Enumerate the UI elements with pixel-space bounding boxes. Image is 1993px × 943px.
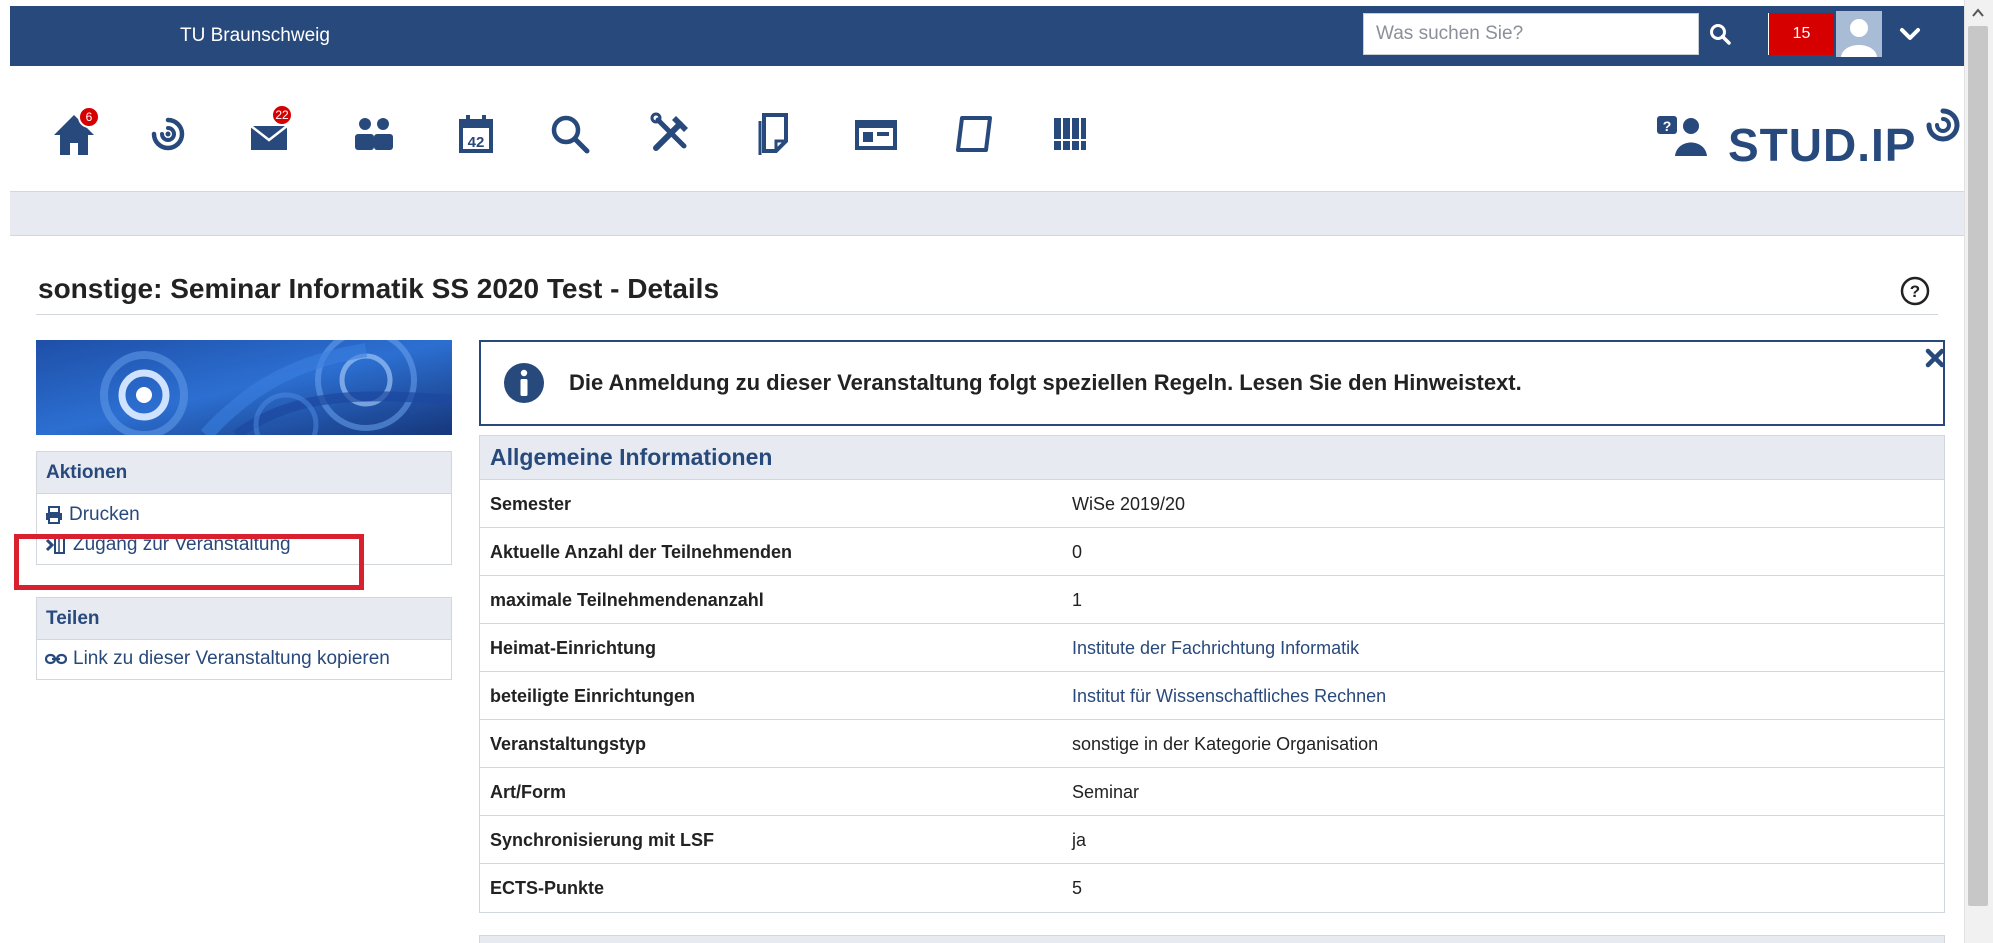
info-icon <box>504 363 544 403</box>
share-widget-title: Teilen <box>37 598 451 640</box>
table-row: ECTS-Punkte 5 <box>480 864 1944 912</box>
scroll-up-arrow[interactable] <box>1970 6 1986 20</box>
home-institute-link[interactable]: Institute der Fachrichtung Informatik <box>1072 638 1359 659</box>
main-icon-navigation: 6 22 42 ? STUD.IP <box>10 66 1964 192</box>
link-icon <box>45 653 67 665</box>
next-section-header <box>479 935 1945 943</box>
row-value: 0 <box>1072 542 1083 562</box>
search-icon <box>551 115 590 154</box>
nav-home[interactable]: 6 <box>48 106 100 160</box>
nav-community[interactable] <box>348 108 400 160</box>
help-people-icon[interactable]: ? <box>1655 112 1709 160</box>
nav-search[interactable] <box>544 108 596 160</box>
logo-text-stud: STUD. <box>1728 119 1871 171</box>
logo-text-ip: IP <box>1871 119 1917 171</box>
table-row: Art/Form Seminar <box>480 768 1944 816</box>
general-info-title: Allgemeine Informationen <box>480 436 1944 480</box>
row-value: 5 <box>1072 878 1083 898</box>
user-avatar[interactable] <box>1836 11 1882 57</box>
row-label: Veranstaltungstyp <box>490 734 647 754</box>
nav-admin[interactable] <box>948 108 1000 160</box>
row-label: ECTS-Punkte <box>490 878 605 898</box>
title-divider <box>36 314 1938 315</box>
info-message-text: Die Anmeldung zu dieser Veranstaltung fo… <box>569 370 1522 395</box>
row-label: beteiligte Einrichtungen <box>490 686 696 706</box>
row-label: maximale Teilnehmendenanzahl <box>490 590 764 610</box>
home-badge: 6 <box>78 106 100 128</box>
row-value: ja <box>1072 830 1087 850</box>
user-avatar-icon <box>1841 19 1877 57</box>
chevron-down-icon[interactable] <box>1898 24 1922 46</box>
course-banner-graphic <box>36 340 452 435</box>
admin-icon <box>956 116 992 152</box>
nav-files[interactable] <box>748 108 800 160</box>
logo-swirl-icon <box>1926 108 1960 142</box>
highlight-annotation <box>14 534 364 590</box>
library-icon <box>1052 118 1088 150</box>
table-row: beteiligte Einrichtungen Institut für Wi… <box>480 672 1944 720</box>
nav-library[interactable] <box>1044 108 1096 160</box>
table-row: Heimat-Einrichtung Institute der Fachric… <box>480 624 1944 672</box>
page-title: sonstige: Seminar Informatik SS 2020 Tes… <box>38 273 720 304</box>
table-row: Synchronisierung mit LSF ja <box>480 816 1944 864</box>
stud-ip-logo[interactable]: STUD.IP <box>1728 106 1962 172</box>
table-row: Semester WiSe 2019/20 <box>480 480 1944 528</box>
nav-tools[interactable] <box>644 108 696 160</box>
share-widget: Teilen Link zu dieser Veranstaltung kopi… <box>36 597 452 680</box>
activity-icon <box>151 117 185 151</box>
help-circle-icon[interactable]: ? <box>1899 275 1931 307</box>
stud-ip-page: TU Braunschweig 15 6 <box>0 0 1993 943</box>
row-label: Synchronisierung mit LSF <box>490 830 715 850</box>
search-button[interactable] <box>1701 13 1739 55</box>
files-icon <box>758 113 788 155</box>
search-icon <box>1710 24 1731 45</box>
info-message-box: Die Anmeldung zu dieser Veranstaltung fo… <box>479 340 1945 426</box>
community-icon <box>355 118 393 150</box>
action-print[interactable]: Drucken <box>37 500 451 530</box>
breadcrumb-strip <box>10 192 1964 236</box>
calendar-day-label: 42 <box>468 134 485 151</box>
share-copy-link[interactable]: Link zu dieser Veranstaltung kopieren <box>37 644 451 674</box>
messages-badge: 22 <box>271 104 293 126</box>
share-copy-link-label: Link zu dieser Veranstaltung kopieren <box>73 648 390 669</box>
row-value: WiSe 2019/20 <box>1072 494 1186 514</box>
global-search-input[interactable] <box>1363 13 1699 55</box>
course-image <box>36 340 452 435</box>
row-label: Aktuelle Anzahl der Teilnehmenden <box>490 542 793 562</box>
svg-text:?: ? <box>1910 282 1920 301</box>
row-value: 1 <box>1072 590 1083 610</box>
scrollbar-thumb[interactable] <box>1968 26 1988 906</box>
row-label: Semester <box>490 494 572 514</box>
row-value: sonstige in der Kategorie Organisation <box>1072 734 1379 754</box>
university-name: TU Braunschweig <box>180 25 330 46</box>
row-label: Heimat-Einrichtung <box>490 638 657 658</box>
nav-calendar[interactable]: 42 <box>450 108 502 160</box>
table-row: Aktuelle Anzahl der Teilnehmenden 0 <box>480 528 1944 576</box>
notifications-badge[interactable]: 15 <box>1768 13 1834 55</box>
row-label: Art/Form <box>490 782 566 802</box>
participating-institute-link[interactable]: Institut für Wissenschaftliches Rechnen <box>1072 686 1386 707</box>
nav-activity[interactable] <box>142 108 194 160</box>
general-info-table: Allgemeine Informationen Semester WiSe 2… <box>479 435 1945 913</box>
row-value: Seminar <box>1072 782 1140 802</box>
action-print-label: Drucken <box>69 504 140 525</box>
calendar-icon: 42 <box>459 115 493 153</box>
logo-text: STUD.IP <box>1728 118 1916 172</box>
close-icon[interactable] <box>1924 347 1946 369</box>
actions-widget-title: Aktionen <box>37 452 451 494</box>
print-icon <box>46 506 62 524</box>
svg-text:?: ? <box>1663 118 1672 134</box>
tools-icon <box>650 112 688 151</box>
nav-messages[interactable]: 22 <box>245 104 297 160</box>
courses-icon <box>855 120 897 150</box>
nav-courses[interactable] <box>850 108 902 160</box>
table-row: maximale Teilnehmendenanzahl 1 <box>480 576 1944 624</box>
table-row: Veranstaltungstyp sonstige in der Katego… <box>480 720 1944 768</box>
